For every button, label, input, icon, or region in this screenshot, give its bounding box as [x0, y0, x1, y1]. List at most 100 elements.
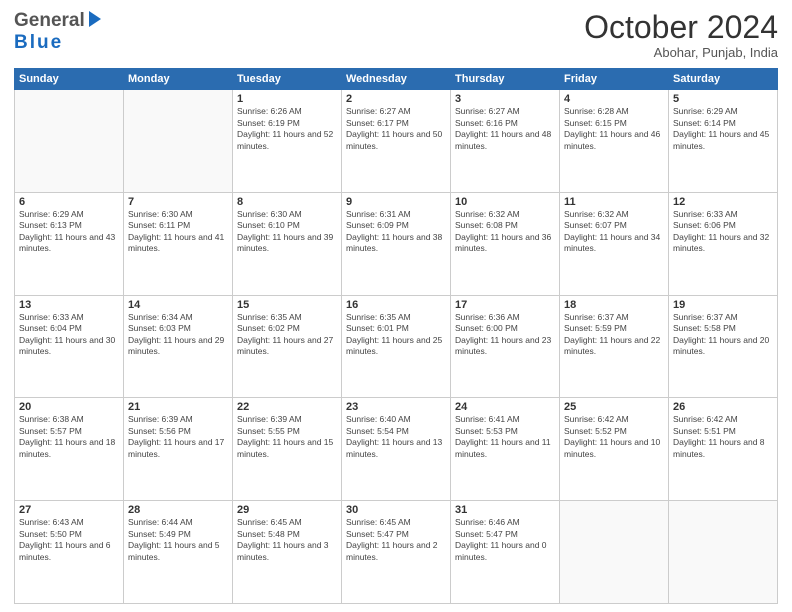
- sunset-text: Sunset: 5:55 PM: [237, 426, 300, 436]
- table-row: 16Sunrise: 6:35 AMSunset: 6:01 PMDayligh…: [342, 295, 451, 398]
- daylight-text: Daylight: 11 hours and 6 minutes.: [19, 540, 111, 561]
- daylight-text: Daylight: 11 hours and 5 minutes.: [128, 540, 220, 561]
- table-row: 30Sunrise: 6:45 AMSunset: 5:47 PMDayligh…: [342, 501, 451, 604]
- calendar-week-row: 20Sunrise: 6:38 AMSunset: 5:57 PMDayligh…: [15, 398, 778, 501]
- day-info: Sunrise: 6:28 AMSunset: 6:15 PMDaylight:…: [564, 106, 664, 152]
- day-info: Sunrise: 6:40 AMSunset: 5:54 PMDaylight:…: [346, 414, 446, 460]
- sunrise-text: Sunrise: 6:33 AM: [673, 209, 738, 219]
- day-number: 30: [346, 504, 446, 516]
- sunrise-text: Sunrise: 6:29 AM: [673, 106, 738, 116]
- table-row: 17Sunrise: 6:36 AMSunset: 6:00 PMDayligh…: [451, 295, 560, 398]
- table-row: 23Sunrise: 6:40 AMSunset: 5:54 PMDayligh…: [342, 398, 451, 501]
- table-row: [560, 501, 669, 604]
- sunrise-text: Sunrise: 6:36 AM: [455, 312, 520, 322]
- day-info: Sunrise: 6:27 AMSunset: 6:16 PMDaylight:…: [455, 106, 555, 152]
- day-number: 13: [19, 299, 119, 311]
- day-info: Sunrise: 6:26 AMSunset: 6:19 PMDaylight:…: [237, 106, 337, 152]
- table-row: 11Sunrise: 6:32 AMSunset: 6:07 PMDayligh…: [560, 192, 669, 295]
- day-info: Sunrise: 6:35 AMSunset: 6:02 PMDaylight:…: [237, 312, 337, 358]
- sunrise-text: Sunrise: 6:41 AM: [455, 414, 520, 424]
- table-row: 6Sunrise: 6:29 AMSunset: 6:13 PMDaylight…: [15, 192, 124, 295]
- table-row: 10Sunrise: 6:32 AMSunset: 6:08 PMDayligh…: [451, 192, 560, 295]
- day-number: 12: [673, 196, 773, 208]
- day-info: Sunrise: 6:37 AMSunset: 5:58 PMDaylight:…: [673, 312, 773, 358]
- sunset-text: Sunset: 5:56 PM: [128, 426, 191, 436]
- daylight-text: Daylight: 11 hours and 30 minutes.: [19, 335, 115, 356]
- sunset-text: Sunset: 6:08 PM: [455, 220, 518, 230]
- daylight-text: Daylight: 11 hours and 17 minutes.: [128, 437, 224, 458]
- day-number: 8: [237, 196, 337, 208]
- daylight-text: Daylight: 11 hours and 46 minutes.: [564, 129, 660, 150]
- table-row: 20Sunrise: 6:38 AMSunset: 5:57 PMDayligh…: [15, 398, 124, 501]
- daylight-text: Daylight: 11 hours and 11 minutes.: [455, 437, 551, 458]
- daylight-text: Daylight: 11 hours and 52 minutes.: [237, 129, 333, 150]
- table-row: 29Sunrise: 6:45 AMSunset: 5:48 PMDayligh…: [233, 501, 342, 604]
- daylight-text: Daylight: 11 hours and 2 minutes.: [346, 540, 438, 561]
- day-number: 9: [346, 196, 446, 208]
- sunset-text: Sunset: 6:11 PM: [128, 220, 190, 230]
- daylight-text: Daylight: 11 hours and 43 minutes.: [19, 232, 115, 253]
- logo-flag-icon: [87, 11, 103, 31]
- daylight-text: Daylight: 11 hours and 15 minutes.: [237, 437, 333, 458]
- day-info: Sunrise: 6:37 AMSunset: 5:59 PMDaylight:…: [564, 312, 664, 358]
- sunrise-text: Sunrise: 6:43 AM: [19, 517, 84, 527]
- sunset-text: Sunset: 5:47 PM: [455, 529, 518, 539]
- sunrise-text: Sunrise: 6:42 AM: [564, 414, 629, 424]
- day-info: Sunrise: 6:33 AMSunset: 6:06 PMDaylight:…: [673, 209, 773, 255]
- daylight-text: Daylight: 11 hours and 23 minutes.: [455, 335, 551, 356]
- page: General Blue October 2024 Abohar, Punjab…: [0, 0, 792, 612]
- sunrise-text: Sunrise: 6:28 AM: [564, 106, 629, 116]
- daylight-text: Daylight: 11 hours and 48 minutes.: [455, 129, 551, 150]
- sunset-text: Sunset: 5:48 PM: [237, 529, 300, 539]
- daylight-text: Daylight: 11 hours and 36 minutes.: [455, 232, 551, 253]
- sunrise-text: Sunrise: 6:29 AM: [19, 209, 84, 219]
- day-info: Sunrise: 6:39 AMSunset: 5:56 PMDaylight:…: [128, 414, 228, 460]
- daylight-text: Daylight: 11 hours and 20 minutes.: [673, 335, 769, 356]
- day-info: Sunrise: 6:41 AM Sunset: 5:53 PMDaylight:…: [455, 414, 555, 460]
- daylight-text: Daylight: 11 hours and 39 minutes.: [237, 232, 333, 253]
- sunset-text: Sunset: 6:00 PM: [455, 323, 518, 333]
- sunset-text: Sunset: 6:13 PM: [19, 220, 82, 230]
- day-info: Sunrise: 6:32 AMSunset: 6:07 PMDaylight:…: [564, 209, 664, 255]
- daylight-text: Daylight: 11 hours and 45 minutes.: [673, 129, 769, 150]
- sunrise-text: Sunrise: 6:30 AM: [237, 209, 302, 219]
- day-number: 24: [455, 401, 555, 413]
- sunrise-text: Sunrise: 6:44 AM: [128, 517, 193, 527]
- sunrise-text: Sunrise: 6:33 AM: [19, 312, 84, 322]
- daylight-text: Daylight: 11 hours and 18 minutes.: [19, 437, 115, 458]
- table-row: 27Sunrise: 6:43 AMSunset: 5:50 PMDayligh…: [15, 501, 124, 604]
- sunrise-text: Sunrise: 6:39 AM: [237, 414, 302, 424]
- day-number: 22: [237, 401, 337, 413]
- day-number: 7: [128, 196, 228, 208]
- col-thursday: Thursday: [451, 69, 560, 90]
- day-number: 11: [564, 196, 664, 208]
- day-info: Sunrise: 6:27 AMSunset: 6:17 PMDaylight:…: [346, 106, 446, 152]
- day-info: Sunrise: 6:31 AMSunset: 6:09 PMDaylight:…: [346, 209, 446, 255]
- day-info: Sunrise: 6:44 AMSunset: 5:49 PMDaylight:…: [128, 517, 228, 563]
- day-number: 21: [128, 401, 228, 413]
- day-number: 18: [564, 299, 664, 311]
- day-number: 16: [346, 299, 446, 311]
- day-info: Sunrise: 6:46 AMSunset: 5:47 PMDaylight:…: [455, 517, 555, 563]
- calendar-week-row: 6Sunrise: 6:29 AMSunset: 6:13 PMDaylight…: [15, 192, 778, 295]
- table-row: 19Sunrise: 6:37 AMSunset: 5:58 PMDayligh…: [669, 295, 778, 398]
- table-row: 12Sunrise: 6:33 AMSunset: 6:06 PMDayligh…: [669, 192, 778, 295]
- table-row: 2Sunrise: 6:27 AMSunset: 6:17 PMDaylight…: [342, 90, 451, 193]
- sunset-text: Sunset: 5:53 PM: [455, 426, 518, 436]
- sunset-text: Sunset: 6:09 PM: [346, 220, 409, 230]
- col-saturday: Saturday: [669, 69, 778, 90]
- daylight-text: Daylight: 11 hours and 10 minutes.: [564, 437, 660, 458]
- table-row: 3Sunrise: 6:27 AMSunset: 6:16 PMDaylight…: [451, 90, 560, 193]
- daylight-text: Daylight: 11 hours and 32 minutes.: [673, 232, 769, 253]
- sunset-text: Sunset: 6:17 PM: [346, 118, 409, 128]
- table-row: 5Sunrise: 6:29 AMSunset: 6:14 PMDaylight…: [669, 90, 778, 193]
- sunrise-text: Sunrise: 6:35 AM: [346, 312, 411, 322]
- sunrise-text: Sunrise: 6:32 AM: [564, 209, 629, 219]
- sunset-text: Sunset: 5:54 PM: [346, 426, 409, 436]
- table-row: 31Sunrise: 6:46 AMSunset: 5:47 PMDayligh…: [451, 501, 560, 604]
- calendar-week-row: 1Sunrise: 6:26 AMSunset: 6:19 PMDaylight…: [15, 90, 778, 193]
- table-row: 4Sunrise: 6:28 AMSunset: 6:15 PMDaylight…: [560, 90, 669, 193]
- month-title: October 2024: [584, 10, 778, 45]
- day-info: Sunrise: 6:45 AMSunset: 5:47 PMDaylight:…: [346, 517, 446, 563]
- sunrise-text: Sunrise: 6:42 AM: [673, 414, 738, 424]
